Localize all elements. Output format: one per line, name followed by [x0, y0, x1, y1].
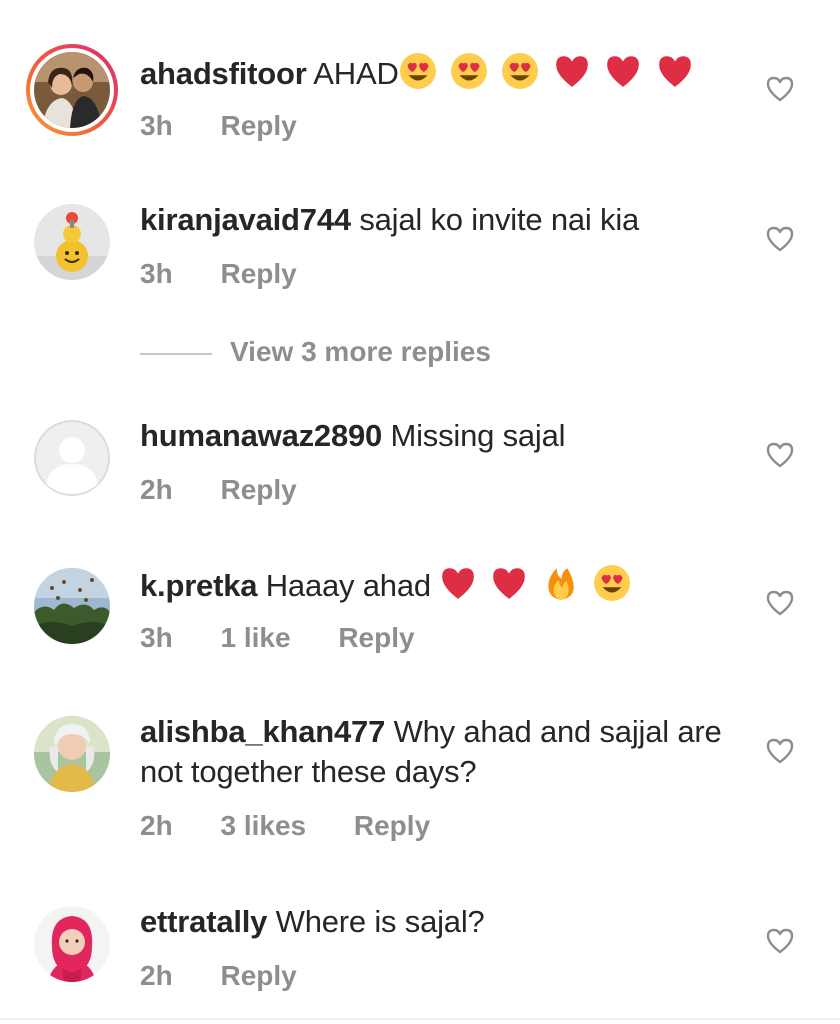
comment-body: sajal ko invite nai kia — [359, 202, 640, 237]
comment-time: 3h — [140, 110, 173, 141]
reply-button[interactable]: Reply — [220, 258, 296, 290]
red-heart-icon — [442, 568, 474, 599]
comment-item: ahadsfitoor AHAD 3h Reply — [0, 0, 840, 170]
comment-username[interactable]: ettratally — [140, 904, 267, 939]
like-button[interactable] — [766, 442, 794, 468]
reply-button[interactable]: Reply — [220, 960, 296, 992]
emoji-group — [399, 52, 699, 100]
like-button[interactable] — [766, 590, 794, 616]
reply-button[interactable]: Reply — [220, 474, 296, 506]
comment-body: Missing sajal — [390, 418, 566, 453]
comment-username[interactable]: ahadsfitoor — [140, 56, 307, 91]
reply-button[interactable]: Reply — [338, 622, 414, 654]
comment-time: 2h — [140, 810, 173, 841]
reply-button[interactable]: Reply — [220, 110, 296, 142]
heart-eyes-icon — [451, 53, 487, 89]
comment-username[interactable]: kiranjavaid744 — [140, 202, 351, 237]
heart-outline-icon — [766, 738, 794, 764]
comment-text: k.pretka Haaay ahad — [140, 564, 740, 612]
comment-time: 2h — [140, 960, 173, 991]
avatar[interactable] — [34, 204, 110, 280]
avatar[interactable] — [34, 568, 110, 644]
comment-text: ahadsfitoor AHAD — [140, 52, 740, 100]
red-heart-icon — [607, 56, 640, 87]
comment-text: humanawaz2890 Missing sajal — [140, 416, 740, 456]
view-more-replies-label[interactable]: View 3 more replies — [230, 336, 491, 368]
heart-eyes-icon — [502, 53, 539, 89]
like-count[interactable]: 3 likes — [220, 810, 306, 842]
comment-time: 2h — [140, 474, 173, 505]
story-ring[interactable] — [26, 44, 118, 136]
avatar[interactable] — [34, 906, 110, 982]
like-button[interactable] — [766, 76, 794, 102]
comment-body: Haaay ahad — [265, 568, 431, 603]
heart-outline-icon — [766, 226, 794, 252]
comment-meta: 3h 1 like Reply — [140, 622, 455, 654]
comment-text: alishba_khan477 Why ahad and sajjal are … — [140, 712, 740, 792]
like-button[interactable] — [766, 738, 794, 764]
heart-outline-icon — [766, 590, 794, 616]
comment-item: k.pretka Haaay ahad 3h 1 like Reply — [0, 534, 840, 684]
comment-username[interactable]: alishba_khan477 — [140, 714, 385, 749]
comment-meta: 3h Reply — [140, 258, 337, 290]
emoji-group — [439, 564, 636, 612]
comment-item: kiranjavaid744 sajal ko invite nai kia 3… — [0, 170, 840, 320]
heart-outline-icon — [766, 928, 794, 954]
red-heart-icon — [556, 56, 588, 87]
like-button[interactable] — [766, 226, 794, 252]
comment-meta: 3h Reply — [140, 110, 337, 142]
divider — [140, 353, 212, 355]
comment-body: AHAD — [313, 56, 399, 91]
comment-item: humanawaz2890 Missing sajal 2h Reply — [0, 386, 840, 536]
comment-meta: 2h Reply — [140, 960, 337, 992]
comment-body: Where is sajal? — [275, 904, 485, 939]
avatar[interactable] — [34, 52, 110, 128]
red-heart-icon — [493, 568, 526, 599]
heart-eyes-icon — [594, 565, 631, 601]
comment-item: ettratally Where is sajal? 2h Reply — [0, 872, 840, 1018]
comment-item: alishba_khan477 Why ahad and sajjal are … — [0, 682, 840, 872]
fire-icon — [548, 568, 574, 600]
comment-meta: 2h 3 likes Reply — [140, 810, 470, 842]
divider — [0, 1018, 840, 1020]
comment-text: kiranjavaid744 sajal ko invite nai kia — [140, 200, 740, 240]
comment-username[interactable]: humanawaz2890 — [140, 418, 382, 453]
comment-time: 3h — [140, 258, 173, 289]
heart-outline-icon — [766, 76, 794, 102]
heart-outline-icon — [766, 442, 794, 468]
red-heart-icon — [658, 56, 691, 87]
avatar[interactable] — [34, 420, 110, 496]
reply-button[interactable]: Reply — [354, 810, 430, 842]
comment-username[interactable]: k.pretka — [140, 568, 258, 603]
comment-meta: 2h Reply — [140, 474, 337, 506]
avatar[interactable] — [34, 716, 110, 792]
like-button[interactable] — [766, 928, 794, 954]
comment-text: ettratally Where is sajal? — [140, 902, 740, 942]
heart-eyes-icon — [399, 53, 436, 89]
comment-time: 3h — [140, 622, 173, 653]
like-count[interactable]: 1 like — [220, 622, 290, 654]
